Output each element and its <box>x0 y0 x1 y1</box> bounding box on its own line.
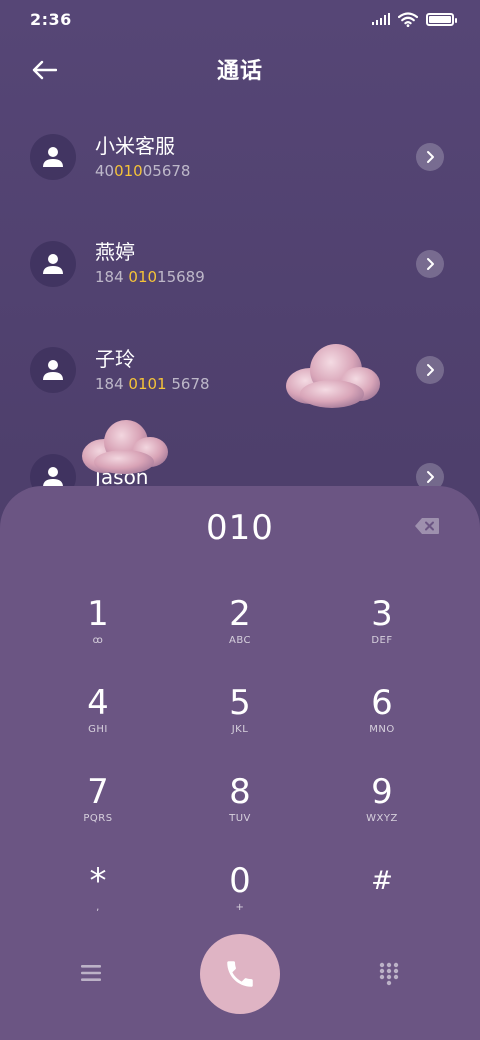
number-match: 010 <box>128 268 158 287</box>
contact-detail-button[interactable] <box>416 143 444 172</box>
key-9[interactable]: 9 WXYZ <box>327 772 437 852</box>
wifi-icon <box>398 11 418 27</box>
avatar <box>30 347 76 394</box>
key-letters: MNO <box>369 724 395 735</box>
avatar <box>30 134 76 181</box>
key-1[interactable]: 1 ꝏ <box>43 594 153 674</box>
number-part: 05678 <box>142 161 191 180</box>
cloud-decoration <box>82 420 168 474</box>
person-icon <box>43 360 63 381</box>
contact-number: 184 0101 5678 <box>95 373 210 395</box>
number-part: 40 <box>95 161 115 180</box>
dialpad-panel: 010 1 ꝏ 2 ABC 3 DEF 4 GHI 5 JKL 6 MNO 7 … <box>0 486 480 1040</box>
key-6[interactable]: 6 MNO <box>327 683 437 763</box>
contact-row[interactable]: 小米客服 4001005678 <box>0 104 480 211</box>
number-part: 184 <box>95 374 129 393</box>
contact-detail-button[interactable] <box>416 249 444 278</box>
key-digit: 9 <box>371 772 393 812</box>
contact-list: 小米客服 4001005678 燕婷 184 01015689 子玲 184 0… <box>0 104 480 530</box>
contact-text: 燕婷 184 01015689 <box>95 239 205 288</box>
key-digit: 6 <box>371 683 393 723</box>
header: 通话 <box>0 44 480 94</box>
key-digit: 2 <box>229 594 251 634</box>
key-hash[interactable]: # <box>327 861 437 941</box>
number-part: 15689 <box>157 268 205 287</box>
dialpad-grid-icon[interactable] <box>376 960 402 986</box>
contact-text: 小米客服 4001005678 <box>95 133 190 182</box>
key-digit: # <box>371 866 393 896</box>
call-button[interactable] <box>200 934 280 1014</box>
contact-name: 子玲 <box>95 346 135 371</box>
status-icons <box>372 11 457 27</box>
signal-icon <box>372 13 390 25</box>
voicemail-icon: ꝏ <box>92 635 104 646</box>
key-digit: 0 <box>229 861 251 901</box>
status-bar: 2:36 <box>0 0 480 38</box>
key-digit: 1 <box>87 594 109 634</box>
key-letters: TUV <box>229 813 251 824</box>
status-time: 2:36 <box>30 9 72 29</box>
back-button[interactable] <box>26 52 62 88</box>
key-digit: * <box>89 861 107 901</box>
key-digit: 7 <box>87 772 109 812</box>
key-star[interactable]: * , <box>43 861 153 941</box>
contact-name: 燕婷 <box>95 240 135 265</box>
key-digit: 8 <box>229 772 251 812</box>
key-letters: ABC <box>228 635 251 646</box>
key-letters: JKL <box>231 724 249 735</box>
key-4[interactable]: 4 GHI <box>43 683 153 763</box>
contact-detail-button[interactable] <box>416 356 444 385</box>
key-digit: 3 <box>371 594 393 634</box>
key-7[interactable]: 7 PQRS <box>43 772 153 852</box>
cloud-decoration <box>286 344 380 408</box>
phone-icon <box>227 961 253 987</box>
chevron-right-icon <box>427 364 434 377</box>
key-3[interactable]: 3 DEF <box>327 594 437 674</box>
chevron-right-icon <box>427 470 434 483</box>
number-part: 184 <box>95 268 129 287</box>
key-letters: PQRS <box>83 813 113 824</box>
back-arrow-icon <box>32 60 57 80</box>
contact-number: 184 01015689 <box>95 266 205 288</box>
person-icon <box>43 466 63 487</box>
contact-number: 4001005678 <box>95 160 190 182</box>
contact-row[interactable]: 子玲 184 0101 5678 <box>0 317 480 424</box>
person-icon <box>43 253 63 274</box>
backspace-icon[interactable] <box>414 516 440 536</box>
avatar <box>30 240 76 287</box>
contact-row[interactable]: 燕婷 184 01015689 <box>0 211 480 318</box>
person-icon <box>43 147 63 168</box>
page-title: 通话 <box>216 59 263 84</box>
menu-icon[interactable] <box>78 960 104 986</box>
number-match: 0101 <box>128 374 167 393</box>
key-letters: DEF <box>371 635 393 646</box>
dialpad-actions <box>0 934 480 1014</box>
chevron-right-icon <box>427 151 434 164</box>
dialed-number: 010 <box>206 508 274 548</box>
key-8[interactable]: 8 TUV <box>185 772 295 852</box>
key-letters: , <box>96 902 100 913</box>
chevron-right-icon <box>427 257 434 270</box>
key-letters: + <box>235 902 245 913</box>
key-letters: GHI <box>88 724 108 735</box>
key-2[interactable]: 2 ABC <box>185 594 295 674</box>
battery-icon <box>426 12 457 26</box>
key-digit: 4 <box>87 683 109 723</box>
key-0[interactable]: 0 + <box>185 861 295 941</box>
key-letters: WXYZ <box>366 813 398 824</box>
key-5[interactable]: 5 JKL <box>185 683 295 763</box>
contact-name: 小米客服 <box>95 133 175 158</box>
number-part: 5678 <box>166 374 210 393</box>
number-match: 010 <box>114 161 143 180</box>
key-digit: 5 <box>229 683 251 723</box>
contact-text: 子玲 184 0101 5678 <box>95 346 210 395</box>
